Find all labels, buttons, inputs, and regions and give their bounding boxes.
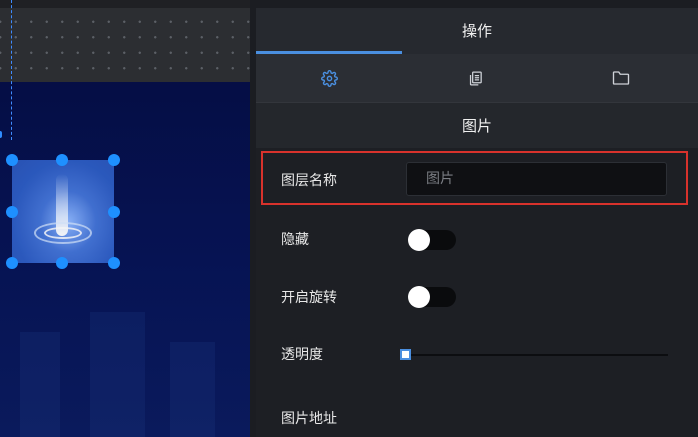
resize-handle-left[interactable] [6,206,18,218]
canvas-grid-area [0,8,250,82]
folder-icon [612,71,630,85]
tab-folder[interactable] [548,54,694,102]
background-building [20,332,60,437]
opacity-slider-track[interactable] [404,354,668,356]
image-ring [44,227,82,239]
canvas-top-strip [0,0,250,8]
property-panel: 操作 图片 图层名称 隐藏 开启旋转 [256,8,698,437]
layer-name-input[interactable] [406,162,667,196]
image-url-label: 图片地址 [281,411,337,427]
toggle-knob [408,229,430,251]
resize-handle-bottom-right[interactable] [108,257,120,269]
panel-title: 操作 [461,22,492,40]
editor-canvas[interactable] [0,0,250,437]
tab-pages[interactable] [402,54,548,102]
gear-icon [320,69,338,87]
section-title: 图片 [461,117,492,135]
hidden-label: 隐藏 [281,232,309,248]
guide-marker [0,131,2,138]
copy-pages-icon [469,70,482,86]
tab-settings[interactable] [256,54,402,102]
panel-tab-bar [256,54,698,102]
rotate-toggle[interactable] [408,286,456,308]
layer-name-label: 图层名称 [281,173,337,189]
panel-header: 操作 [256,8,698,54]
resize-handle-right[interactable] [108,206,120,218]
opacity-slider-thumb[interactable] [400,349,411,360]
hidden-toggle[interactable] [408,229,456,251]
rotate-label: 开启旋转 [281,290,337,306]
background-building [90,312,145,437]
alignment-guide-line [11,0,12,140]
resize-handle-top-left[interactable] [6,154,18,166]
opacity-label: 透明度 [281,347,323,363]
toggle-knob [408,286,430,308]
selected-image-component[interactable] [12,160,114,263]
resize-handle-top[interactable] [56,154,68,166]
resize-handle-bottom-left[interactable] [6,257,18,269]
resize-handle-bottom[interactable] [56,257,68,269]
section-header: 图片 [256,102,698,148]
resize-handle-top-right[interactable] [108,154,120,166]
background-building [170,342,215,437]
